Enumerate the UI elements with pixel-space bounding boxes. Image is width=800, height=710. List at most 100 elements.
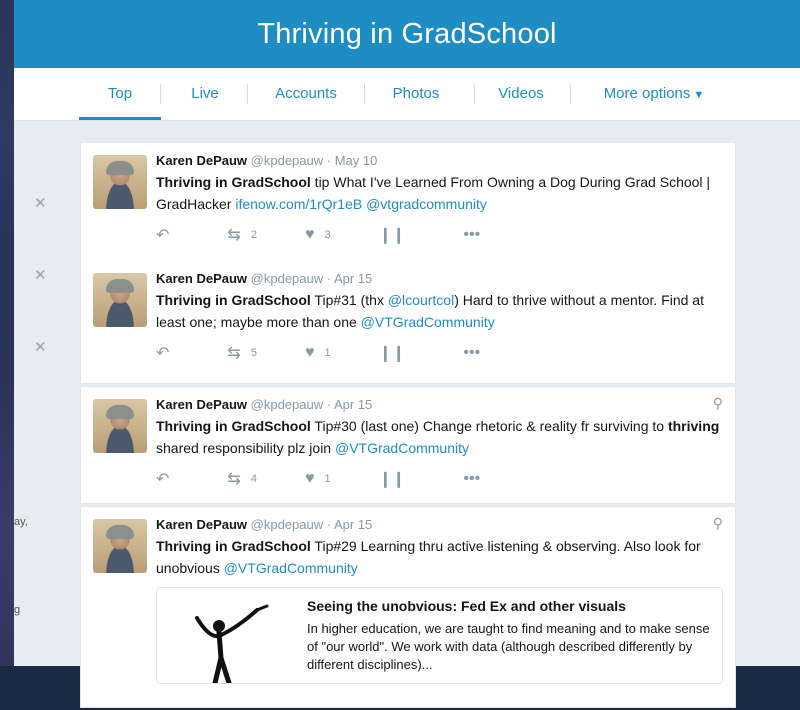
author-handle[interactable]: @kpdepauw <box>251 397 323 412</box>
mention-link[interactable]: @VTGradCommunity <box>361 314 495 330</box>
retweet-count: 2 <box>250 229 257 241</box>
more-button[interactable]: ••• <box>463 226 490 244</box>
tweet[interactable]: Karen DePauw @kpdepauw · May 10 Thriving… <box>81 143 735 261</box>
like-count: 1 <box>324 347 331 359</box>
heart-icon: ♥ <box>304 226 315 243</box>
tweet-date[interactable]: Apr 15 <box>334 517 372 532</box>
tab-live[interactable]: Live <box>174 68 236 120</box>
hashtag-phrase: Thriving in GradSchool <box>156 174 311 190</box>
tweet[interactable]: Karen DePauw @kpdepauw · Apr 15 Thriving… <box>81 261 735 383</box>
avatar[interactable] <box>93 519 147 573</box>
tweet-link[interactable]: ifenow.com/1rQr1eB <box>235 196 362 212</box>
like-button[interactable]: ♥ 1 <box>305 344 331 362</box>
author-name[interactable]: Karen DePauw <box>156 271 247 286</box>
more-button[interactable]: ••• <box>463 344 490 362</box>
more-dots-icon: ••• <box>463 470 481 487</box>
close-icon[interactable]: ✕ <box>34 266 47 284</box>
page-title: Thriving in GradSchool <box>257 17 557 50</box>
avatar[interactable] <box>93 399 147 453</box>
reply-icon: ↶ <box>156 227 170 244</box>
tweet-body: Tip#31 (thx <box>310 292 388 308</box>
close-icon[interactable]: ✕ <box>34 194 47 212</box>
author-name[interactable]: Karen DePauw <box>156 517 247 532</box>
reply-icon: ↶ <box>156 471 170 488</box>
tweet-date[interactable]: Apr 15 <box>334 271 372 286</box>
reply-button[interactable]: ↶ <box>156 469 179 489</box>
tweet-stream: Karen DePauw @kpdepauw · May 10 Thriving… <box>80 142 736 710</box>
tab-divider <box>160 84 161 104</box>
hashtag-phrase: Thriving in GradSchool <box>156 418 311 434</box>
tab-divider <box>570 84 571 104</box>
tweet-body: shared responsibility plz join <box>156 440 335 456</box>
tweet-actions: ↶ ⇆ 2 ♥ 3 ❙❙ ••• <box>156 215 723 255</box>
tab-divider <box>364 84 365 104</box>
tab-photos[interactable]: Photos <box>378 68 454 120</box>
sidebar-text-fragment: ay, <box>14 516 28 528</box>
tab-accounts[interactable]: Accounts <box>261 68 351 120</box>
retweet-button[interactable]: ⇆ 4 <box>227 469 257 489</box>
tweet-actions: ↶ ⇆ 5 ♥ 1 ❙❙ ••• <box>156 333 723 373</box>
author-handle[interactable]: @kpdepauw <box>251 271 323 286</box>
tweet[interactable]: ⚲ Karen DePauw @kpdepauw · Apr 15 Thrivi… <box>81 387 735 503</box>
reply-button[interactable]: ↶ <box>156 225 179 245</box>
tab-top[interactable]: Top <box>79 68 161 120</box>
hashtag-phrase: thriving <box>667 418 720 434</box>
tweet-text: Thriving in GradSchool Tip#29 Learning t… <box>156 535 723 579</box>
avatar[interactable] <box>93 273 147 327</box>
tweet[interactable]: ⚲ Karen DePauw @kpdepauw · Apr 15 Thrivi… <box>81 507 735 579</box>
chevron-down-icon: ▼ <box>693 89 705 101</box>
tab-videos[interactable]: Videos <box>488 68 554 120</box>
reply-button[interactable]: ↶ <box>156 343 179 363</box>
heart-icon: ♥ <box>304 344 315 361</box>
tweet-meta: Karen DePauw @kpdepauw · May 10 <box>156 153 378 168</box>
tweet-text: Thriving in GradSchool tip What I've Lea… <box>156 171 723 215</box>
mention-link[interactable]: @VTGradCommunity <box>335 440 469 456</box>
avatar[interactable] <box>93 155 147 209</box>
author-name[interactable]: Karen DePauw <box>156 153 247 168</box>
tweet-card: ⚲ Karen DePauw @kpdepauw · Apr 15 Thrivi… <box>80 506 736 708</box>
tweet-card: ⚲ Karen DePauw @kpdepauw · Apr 15 Thrivi… <box>80 386 736 504</box>
mention-link[interactable]: @VTGradCommunity <box>224 560 358 576</box>
bar-chart-icon: ❙❙ <box>378 345 406 362</box>
reply-icon: ↶ <box>156 345 170 362</box>
tab-more-options[interactable]: More options ▼ <box>584 68 724 120</box>
author-handle[interactable]: @kpdepauw <box>251 517 323 532</box>
bar-chart-icon: ❙❙ <box>378 227 406 244</box>
hashtag-phrase: Thriving in GradSchool <box>156 538 311 554</box>
tweet-card: Karen DePauw @kpdepauw · May 10 Thriving… <box>80 142 736 384</box>
link-card-body: Seeing the unobvious: Fed Ex and other v… <box>307 598 712 674</box>
search-header: Thriving in GradSchool <box>14 0 800 68</box>
tweet-meta: Karen DePauw @kpdepauw · Apr 15 <box>156 271 373 286</box>
tweet-actions: ↶ ⇆ 4 ♥ 1 ❙❙ ••• <box>156 459 723 499</box>
retweet-button[interactable]: ⇆ 5 <box>227 343 257 363</box>
author-name[interactable]: Karen DePauw <box>156 397 247 412</box>
search-tabs: Top Live Accounts Photos Videos More opt… <box>14 68 800 121</box>
tab-divider <box>247 84 248 104</box>
like-button[interactable]: ♥ 1 <box>305 470 331 488</box>
more-button[interactable]: ••• <box>463 470 490 488</box>
analytics-button[interactable]: ❙❙ <box>379 225 416 245</box>
mention-link[interactable]: @vtgradcommunity <box>362 196 487 212</box>
retweet-button[interactable]: ⇆ 2 <box>227 225 257 245</box>
retweet-icon: ⇆ <box>227 227 241 244</box>
more-dots-icon: ••• <box>463 226 481 243</box>
link-card[interactable]: Seeing the unobvious: Fed Ex and other v… <box>156 587 723 684</box>
more-options-label: More options <box>603 85 691 102</box>
analytics-button[interactable]: ❙❙ <box>379 343 416 363</box>
like-count: 1 <box>324 473 331 485</box>
mention-link[interactable]: @lcourtcol <box>388 292 454 308</box>
heart-icon: ♥ <box>304 470 315 487</box>
tweet-text: Thriving in GradSchool Tip#30 (last one)… <box>156 415 723 459</box>
tweet-date[interactable]: Apr 15 <box>334 397 372 412</box>
author-handle[interactable]: @kpdepauw <box>251 153 323 168</box>
close-icon[interactable]: ✕ <box>34 338 47 356</box>
analytics-button[interactable]: ❙❙ <box>379 469 416 489</box>
link-card-title: Seeing the unobvious: Fed Ex and other v… <box>307 598 626 614</box>
bar-chart-icon: ❙❙ <box>378 471 406 488</box>
location-pin-icon: ⚲ <box>712 395 723 411</box>
tweet-body: Tip#30 (last one) Change rhetoric & real… <box>310 418 668 434</box>
tweet-date[interactable]: May 10 <box>335 153 378 168</box>
like-button[interactable]: ♥ 3 <box>305 226 331 244</box>
yoga-figure-icon <box>195 604 269 683</box>
location-pin-icon: ⚲ <box>712 515 723 531</box>
